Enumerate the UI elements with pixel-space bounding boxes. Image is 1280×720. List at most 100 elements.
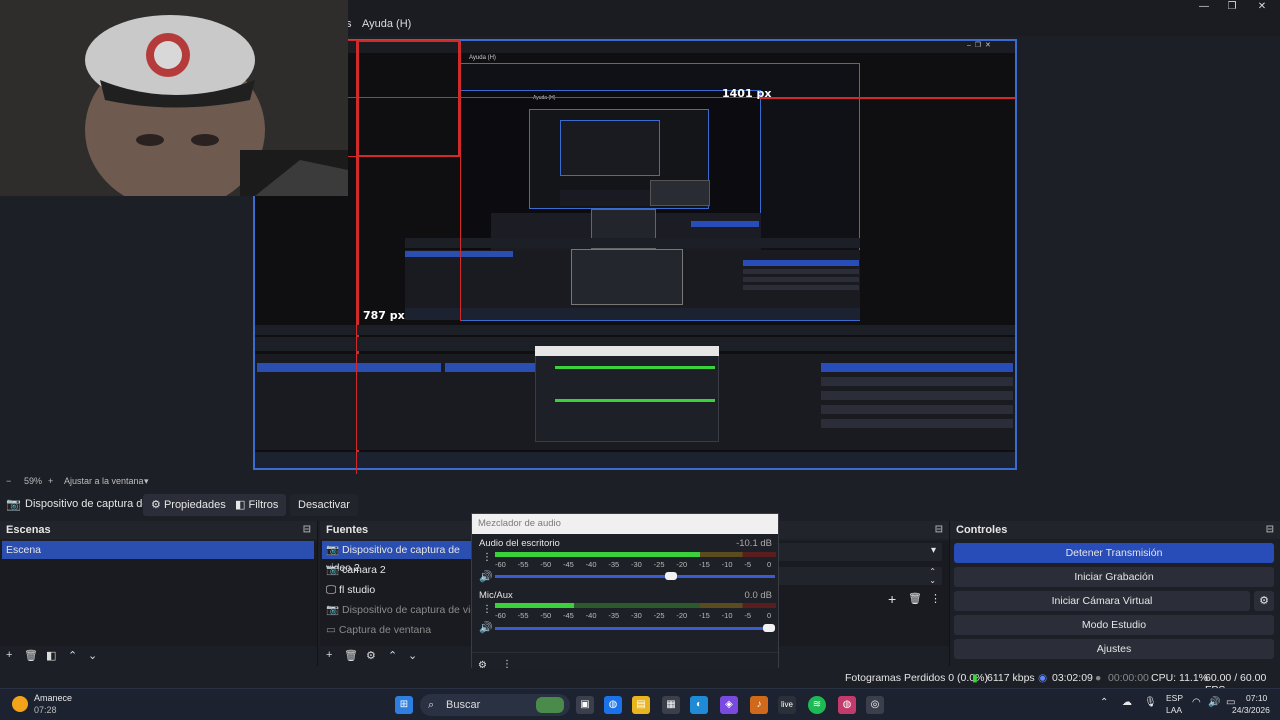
stream-time: 03:02:09 — [1052, 672, 1093, 684]
dock-icon[interactable]: ⊟ — [1266, 524, 1274, 535]
chevron-down-icon[interactable]: ▾ — [144, 476, 149, 487]
dock-icon[interactable]: ⊟ — [303, 524, 311, 535]
weather-title: Amanece — [34, 693, 73, 703]
scene-item[interactable]: Escena — [2, 541, 314, 559]
db-scale: -60 -55 -50 -45 -40 -35 -30 -25 -20 -15 -10 -5 0 — [495, 611, 776, 621]
move-up-icon[interactable]: ⌃ — [388, 649, 397, 662]
controls-header: Controles ⊟ — [950, 521, 1280, 539]
volume-slider[interactable] — [495, 624, 775, 632]
cpu-usage: CPU: 11.1% — [1151, 672, 1208, 684]
more-icon[interactable]: ⋮ — [482, 604, 492, 615]
db-tick-label: -55 — [517, 611, 529, 620]
duration-stepper[interactable]: ⌃ ⌄ — [778, 567, 942, 585]
scenes-toolbar: + 🗑 ◧ ⌃ ⌄ — [0, 649, 318, 665]
fl-studio-icon[interactable]: ♪ — [750, 696, 768, 714]
copilot-icon[interactable]: ◈ — [720, 696, 738, 714]
db-tick-label: 0 — [767, 560, 772, 569]
deactivate-button[interactable]: Desactivar — [290, 494, 358, 516]
clock-time[interactable]: 07:10 — [1246, 693, 1267, 703]
volume-icon[interactable]: 🔊 — [1208, 697, 1220, 708]
nested-menu-label-small: Ayuda (H) — [533, 95, 556, 101]
preview-area: – ❐ ✕ Ayuda (H) Ayuda (H) 1401 px 787 px — [0, 0, 1280, 474]
db-tick-label: -25 — [653, 611, 665, 620]
settings-button[interactable]: Ajustes — [954, 639, 1274, 659]
mixer-title-bar[interactable]: Mezclador de audio — [472, 514, 778, 534]
add-icon[interactable]: + — [6, 649, 12, 661]
webcam-feed — [0, 0, 348, 196]
trash-icon[interactable]: 🗑 — [908, 592, 922, 605]
move-up-icon[interactable]: ⌃ — [68, 649, 77, 662]
search-box[interactable]: ⌕ Buscar — [420, 694, 570, 716]
minimize-button[interactable]: — — [1190, 0, 1218, 14]
store-icon[interactable]: ▦ — [662, 696, 680, 714]
more-icon[interactable]: ⋮ — [930, 592, 941, 605]
mic-icon[interactable]: 🎙 — [1144, 697, 1157, 708]
spotify-icon[interactable]: ≋ — [808, 696, 826, 714]
audio-mixer-window[interactable]: Mezclador de audio Audio del escritorio … — [471, 513, 779, 676]
trash-icon[interactable]: 🗑 — [24, 649, 38, 662]
nested-menu-label: Ayuda (H) — [469, 55, 496, 61]
record-time: 00:00:00 — [1108, 672, 1149, 684]
start-virtual-camera-button[interactable]: Iniciar Cámara Virtual — [954, 591, 1250, 611]
source-item-label: Dispositivo de captura de video — [342, 604, 488, 616]
weather-icon[interactable] — [12, 696, 28, 712]
zoom-in-button[interactable]: + — [48, 476, 53, 486]
chevron-up-icon[interactable]: ⌃ — [1100, 697, 1108, 708]
move-down-icon[interactable]: ⌄ — [88, 649, 97, 662]
db-tick-label: -35 — [608, 611, 620, 620]
transition-select[interactable]: ▾ — [778, 543, 942, 561]
preview-canvas[interactable]: – ❐ ✕ Ayuda (H) Ayuda (H) 1401 px 787 px — [253, 39, 1017, 470]
taskbar: Amanece 07:28 ⊞ ⌕ Buscar ▣ ◍ ▤ ▦ ◐ ◈ ♪ l… — [0, 688, 1280, 720]
start-recording-button[interactable]: Iniciar Grabación — [954, 567, 1274, 587]
lang-bottom[interactable]: LAA — [1166, 705, 1182, 715]
onedrive-icon[interactable]: ☁ — [1122, 697, 1132, 708]
channel-db: 0.0 dB — [744, 590, 772, 601]
db-tick-label: -25 — [653, 560, 665, 569]
speaker-icon[interactable]: 🔊 — [479, 570, 493, 583]
dock-icon[interactable]: ⊟ — [935, 524, 943, 535]
clock-date[interactable]: 24/3/2026 — [1232, 705, 1270, 715]
studio-mode-button[interactable]: Modo Estudio — [954, 615, 1274, 635]
camera-icon: 📷 — [326, 544, 340, 556]
level-meter — [495, 603, 776, 608]
speaker-icon[interactable]: 🔊 — [479, 621, 493, 634]
move-down-icon[interactable]: ⌄ — [408, 649, 417, 662]
zoom-fit-label[interactable]: Ajustar a la ventana — [64, 476, 144, 486]
chrome-icon[interactable]: ◍ — [604, 696, 622, 714]
gear-icon[interactable]: ⚙ — [1254, 591, 1274, 611]
start-icon[interactable]: ⊞ — [395, 696, 413, 714]
filters-button[interactable]: ◧ Filtros — [227, 494, 287, 516]
source-item[interactable]: 📷 Dispositivo de captura de video 2 — [322, 541, 476, 574]
filter-icon: ◧ — [235, 499, 246, 511]
db-tick-label: -60 — [495, 611, 506, 620]
menu-item-help[interactable]: Ayuda (H) — [362, 18, 411, 30]
edge-icon[interactable]: ◐ — [690, 696, 708, 714]
add-icon[interactable]: + — [888, 591, 896, 607]
db-tick-label: -45 — [563, 560, 574, 569]
add-icon[interactable]: + — [326, 649, 332, 661]
zoom-out-button[interactable]: − — [6, 476, 11, 486]
source-item-label: camara 2 — [342, 564, 386, 576]
obs-icon[interactable]: ◎ — [866, 696, 884, 714]
stepper-arrows-icon: ⌃ ⌄ — [929, 567, 936, 585]
live-icon[interactable]: live — [778, 696, 796, 714]
volume-slider[interactable] — [495, 572, 775, 580]
scenes-list: Escena — [0, 541, 317, 646]
more-icon[interactable]: ⋮ — [482, 552, 492, 563]
maximize-button[interactable]: ❐ — [1218, 0, 1246, 14]
db-tick-label: -45 — [563, 611, 574, 620]
properties-button[interactable]: ⚙ Propiedades — [143, 494, 234, 516]
db-tick-label: -35 — [608, 560, 620, 569]
lang-top[interactable]: ESP — [1166, 693, 1183, 703]
gear-icon[interactable]: ⚙ — [366, 649, 376, 662]
wifi-icon[interactable]: ◠ — [1192, 697, 1201, 708]
trash-icon[interactable]: 🗑 — [344, 649, 358, 662]
task-view-icon[interactable]: ▣ — [576, 696, 594, 714]
file-explorer-icon[interactable]: ▤ — [632, 696, 650, 714]
close-button[interactable]: ✕ — [1248, 0, 1276, 14]
chrome-profile-icon[interactable]: ◍ — [838, 696, 856, 714]
stop-streaming-button[interactable]: Detener Transmisión — [954, 543, 1274, 563]
db-tick-label: -5 — [744, 611, 751, 620]
filter-icon[interactable]: ◧ — [46, 649, 56, 662]
chevron-down-icon: ▾ — [930, 545, 936, 556]
